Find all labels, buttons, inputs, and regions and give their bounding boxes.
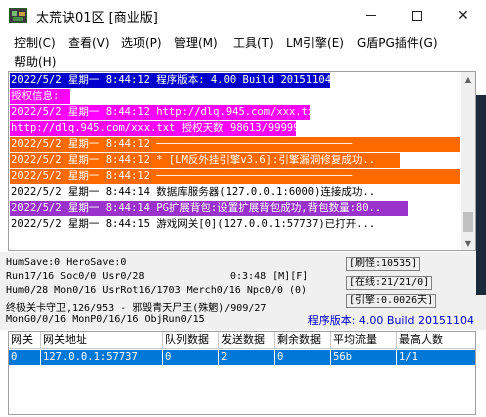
log-line: 2022/5/2 星期一 8:44:12 * [LM反外挂引擎v3.6]:引擎漏… bbox=[10, 153, 400, 168]
log-line: 2022/5/2 星期一 8:44:14 PG扩展背包:设置扩展背包成功,背包数… bbox=[10, 201, 408, 216]
log-line: 授权信息: bbox=[10, 89, 70, 104]
menu-g-shield[interactable]: G盾PG插件(G) bbox=[357, 34, 438, 51]
engine-box: [引擎:0.0026天] bbox=[346, 294, 437, 308]
menu-lm-engine[interactable]: LM引擎(E) bbox=[286, 34, 344, 51]
cell-max-players: 1/1 bbox=[399, 351, 418, 363]
maximize-button[interactable] bbox=[394, 0, 440, 31]
status-mon: MonG0/0/16 MonP0/16/16 ObjRun0/15 bbox=[6, 314, 205, 325]
app-icon bbox=[9, 8, 27, 23]
cell-sent: 2 bbox=[221, 351, 228, 363]
maximize-icon bbox=[412, 10, 422, 21]
log-line: 2022/5/2 星期一 8:44:12 http://dlq.945.com/… bbox=[10, 105, 310, 120]
refresh-monster-box: [刷怪:10535] bbox=[346, 257, 421, 271]
desktop-background bbox=[476, 95, 486, 295]
col-max-players[interactable]: 最高人数 bbox=[397, 332, 475, 349]
log-line: 2022/5/2 星期一 8:44:15 游戏网关[0](127.0.0.1:5… bbox=[10, 217, 390, 232]
scroll-up-icon[interactable]: ▲ bbox=[461, 72, 475, 86]
status-hum: Hum0/28 Mon0/16 UsrRot16/1703 Merch0/16 … bbox=[6, 285, 308, 296]
menu-bar: 控制(C) 查看(V) 选项(P) 管理(M) 工具(T) LM引擎(E) G盾… bbox=[0, 31, 486, 69]
cell-avg-traffic: 56b bbox=[333, 351, 352, 363]
log-scrollbar[interactable]: ▲ ▼ bbox=[461, 72, 475, 250]
log-line: 2022/5/2 星期一 8:44:12 程序版本: 4.00 Build 20… bbox=[10, 73, 330, 88]
log-line: 2022/5/2 星期一 8:44:14 数据库服务器(127.0.0.1:60… bbox=[10, 185, 400, 200]
minimize-button[interactable] bbox=[348, 0, 394, 31]
window-title: 太荒诀01区 [商业版] bbox=[36, 11, 158, 26]
menu-view[interactable]: 查看(V) bbox=[68, 34, 110, 51]
col-sent[interactable]: 发送数据 bbox=[219, 332, 275, 349]
status-boss: 终极关卡守卫,126/953 - 邪毁青天尸王(殊魍)/909/27 bbox=[6, 303, 267, 314]
scroll-down-icon[interactable]: ▼ bbox=[461, 236, 475, 250]
col-queue[interactable]: 队列数据 bbox=[163, 332, 219, 349]
col-gateway[interactable]: 网关 bbox=[9, 332, 41, 349]
menu-control[interactable]: 控制(C) bbox=[14, 34, 56, 51]
menu-manage[interactable]: 管理(M) bbox=[174, 34, 218, 51]
cell-gateway: 0 bbox=[11, 351, 18, 363]
minimize-icon bbox=[366, 15, 376, 16]
menu-options[interactable]: 选项(P) bbox=[121, 34, 162, 51]
gateway-table[interactable]: 网关 网关地址 队列数据 发送数据 剩余数据 平均流量 最高人数 0 127.0… bbox=[8, 331, 476, 415]
menu-help[interactable]: 帮助(H) bbox=[14, 53, 56, 70]
status-save: HumSave:0 HeroSave:0 bbox=[6, 257, 127, 268]
status-run: Run17/16 Soc0/0 Usr0/28 bbox=[6, 271, 145, 282]
scroll-thumb[interactable] bbox=[463, 212, 473, 232]
col-address[interactable]: 网关地址 bbox=[41, 332, 163, 349]
col-remaining[interactable]: 剩余数据 bbox=[275, 332, 331, 349]
log-line: http://dlq.945.com/xxx.txt 授权天数 98613/99… bbox=[10, 121, 296, 136]
online-box: [在线:21/21/0] bbox=[346, 276, 433, 290]
status-panel: HumSave:0 HeroSave:0 Run17/16 Soc0/0 Usr… bbox=[0, 252, 486, 330]
table-header: 网关 网关地址 队列数据 发送数据 剩余数据 平均流量 最高人数 bbox=[9, 332, 475, 349]
close-icon: ✕ bbox=[457, 7, 469, 24]
cell-remaining: 0 bbox=[277, 351, 284, 363]
cell-address: 127.0.0.1:57737 bbox=[43, 351, 138, 363]
log-panel[interactable]: 2022/5/2 星期一 8:44:12 程序版本: 4.00 Build 20… bbox=[8, 71, 476, 251]
runtime-label: 0:3:48 [M][F] bbox=[230, 271, 309, 282]
program-version: 程序版本: 4.00 Build 20151104 bbox=[307, 314, 474, 327]
menu-tools[interactable]: 工具(T) bbox=[233, 34, 274, 51]
table-row[interactable]: 0 127.0.0.1:57737 0 2 0 56b 1/1 bbox=[9, 350, 475, 365]
cell-queue: 0 bbox=[165, 351, 172, 363]
col-avg-traffic[interactable]: 平均流量 bbox=[331, 332, 397, 349]
title-bar[interactable]: 太荒诀01区 [商业版] ✕ bbox=[0, 0, 486, 31]
log-line: 2022/5/2 星期一 8:44:12 ───────────────────… bbox=[10, 169, 460, 184]
close-button[interactable]: ✕ bbox=[440, 0, 486, 31]
log-line: 2022/5/2 星期一 8:44:12 ───────────────────… bbox=[10, 137, 460, 152]
